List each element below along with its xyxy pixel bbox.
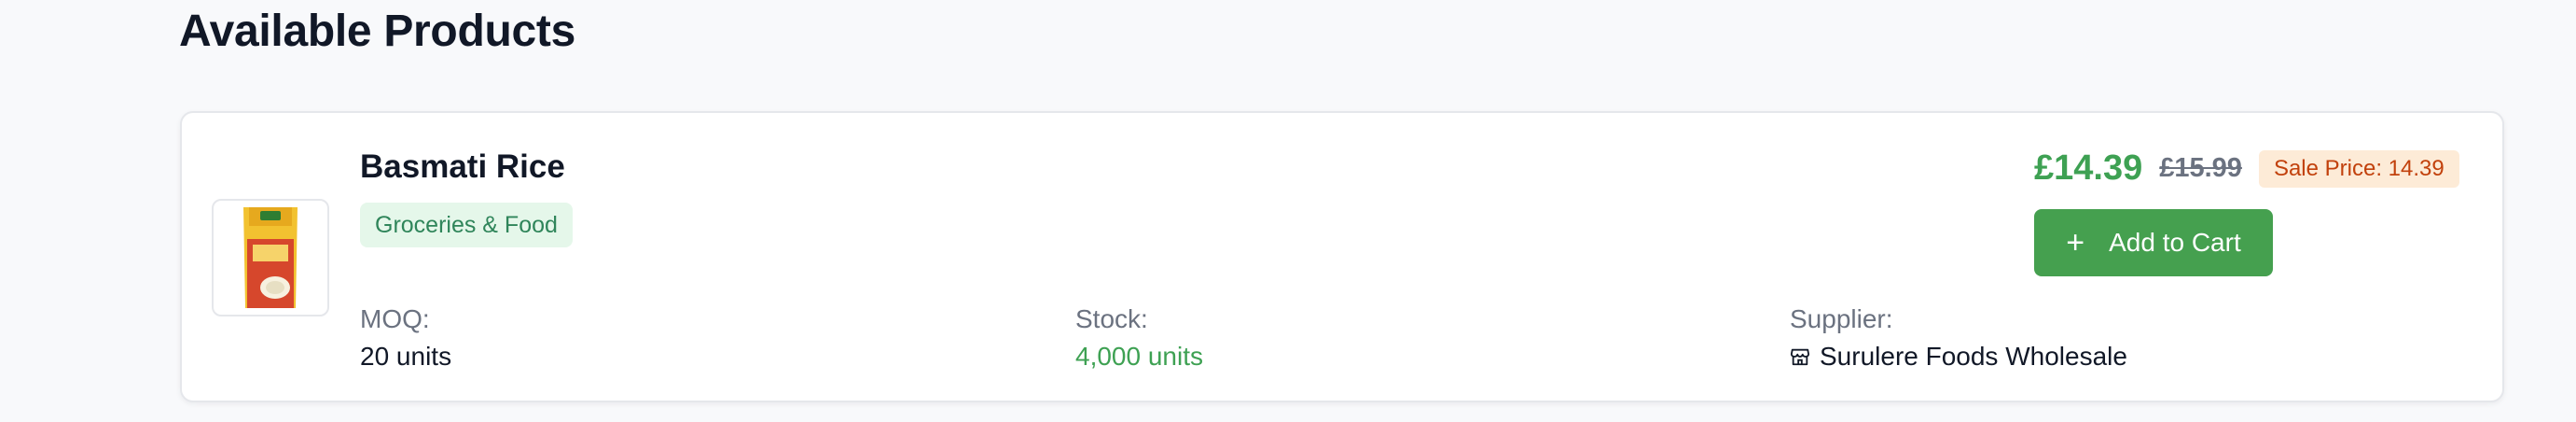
sale-price-badge: Sale Price: 14.39 [2258, 149, 2459, 188]
plus-icon: + [2066, 225, 2085, 260]
product-image[interactable] [212, 199, 329, 316]
stock-info: Stock: 4,000 units [1075, 302, 1203, 373]
rice-bag-image [243, 207, 298, 308]
supplier-row: Surulere Foods Wholesale [1790, 340, 2127, 373]
product-name[interactable]: Basmati Rice [360, 148, 565, 186]
moq-info: MOQ: 20 units [360, 302, 451, 373]
stock-value: 4,000 units [1075, 342, 1203, 371]
price-row: £14.39 £15.99 Sale Price: 14.39 [2034, 148, 2459, 189]
supplier-label: Supplier: [1790, 304, 1893, 333]
page: Available Products Basmati Rice Grocerie… [0, 0, 2576, 422]
category-badge: Groceries & Food [360, 203, 573, 247]
product-card[interactable]: Basmati Rice Groceries & Food MOQ: 20 un… [180, 111, 2504, 402]
supplier-value[interactable]: Surulere Foods Wholesale [1820, 340, 2127, 373]
moq-label: MOQ: [360, 304, 430, 333]
stock-label: Stock: [1075, 304, 1148, 333]
supplier-info: Supplier: Surulere Foods Wholesale [1790, 302, 2127, 373]
price-current: £14.39 [2034, 148, 2143, 188]
price-original: £15.99 [2159, 153, 2242, 183]
add-to-cart-button[interactable]: + Add to Cart [2034, 209, 2273, 276]
section-title: Available Products [179, 7, 575, 56]
store-icon [1790, 348, 1810, 366]
add-to-cart-label: Add to Cart [2109, 228, 2241, 257]
moq-value: 20 units [360, 342, 452, 371]
